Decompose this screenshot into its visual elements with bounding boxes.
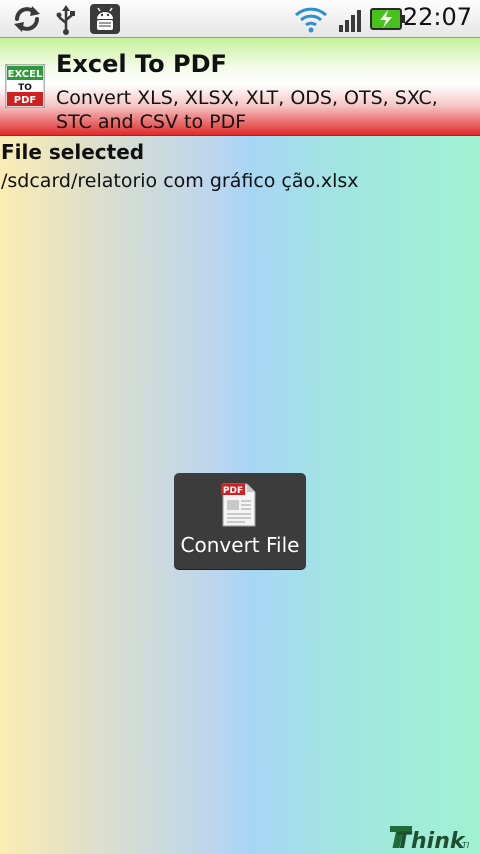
signal-icon	[339, 10, 361, 32]
logo-text-mid: TO	[18, 83, 32, 93]
status-bar: 22:07	[0, 0, 480, 38]
app-screen: 22:07 EXCEL TO PDF Excel To PDF Convert …	[0, 0, 480, 854]
file-selected-label: File selected	[1, 140, 145, 164]
pdf-badge-text: PDF	[223, 486, 243, 496]
usb-icon	[56, 5, 75, 35]
debug-icon	[90, 4, 120, 34]
logo-text-bottom: PDF	[14, 95, 36, 106]
file-path: /sdcard/relatorio com gráfico ção.xlsx	[1, 170, 359, 192]
app-header: EXCEL TO PDF Excel To PDF Convert XLS, X…	[0, 38, 480, 136]
app-title: Excel To PDF	[56, 50, 227, 78]
excel-to-pdf-logo-icon: EXCEL TO PDF	[5, 64, 45, 108]
convert-file-label: Convert File	[180, 533, 300, 557]
sync-icon	[14, 6, 40, 32]
wifi-icon	[294, 7, 328, 33]
brand-suffix: TI	[462, 841, 470, 850]
convert-file-button[interactable]: PDF Convert File	[174, 473, 306, 569]
clock-time: 22:07	[402, 3, 472, 31]
think-brand-logo: Think TI	[390, 826, 470, 852]
logo-text-top: EXCEL	[8, 69, 43, 80]
app-subtitle: Convert XLS, XLSX, XLT, ODS, OTS, SXC, S…	[56, 87, 438, 133]
battery-charging-icon	[370, 8, 405, 30]
pdf-document-icon: PDF	[221, 483, 256, 527]
brand-name: Think	[396, 829, 466, 852]
